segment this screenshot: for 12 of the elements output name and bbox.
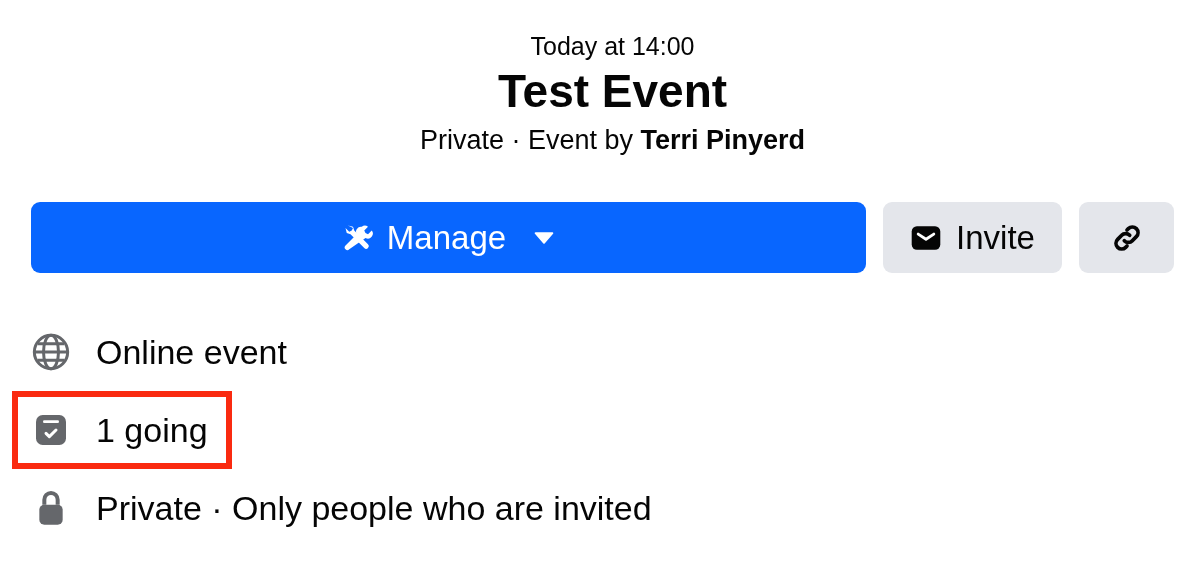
detail-text: Private · Only people who are invited <box>96 488 652 528</box>
copy-link-button[interactable] <box>1079 202 1174 273</box>
detail-text: Online event <box>96 332 287 372</box>
event-subtitle: Private · Event by Terri Pinyerd <box>419 124 806 157</box>
event-title: Test Event <box>497 64 728 119</box>
invite-button[interactable]: Invite <box>883 202 1062 273</box>
manage-button[interactable]: Manage <box>31 202 866 273</box>
globe-icon <box>31 332 71 372</box>
envelope-icon <box>910 224 943 251</box>
detail-text: 1 going <box>96 410 208 450</box>
event-date: Today at 14:00 <box>530 31 695 62</box>
caret-icon <box>534 231 555 244</box>
